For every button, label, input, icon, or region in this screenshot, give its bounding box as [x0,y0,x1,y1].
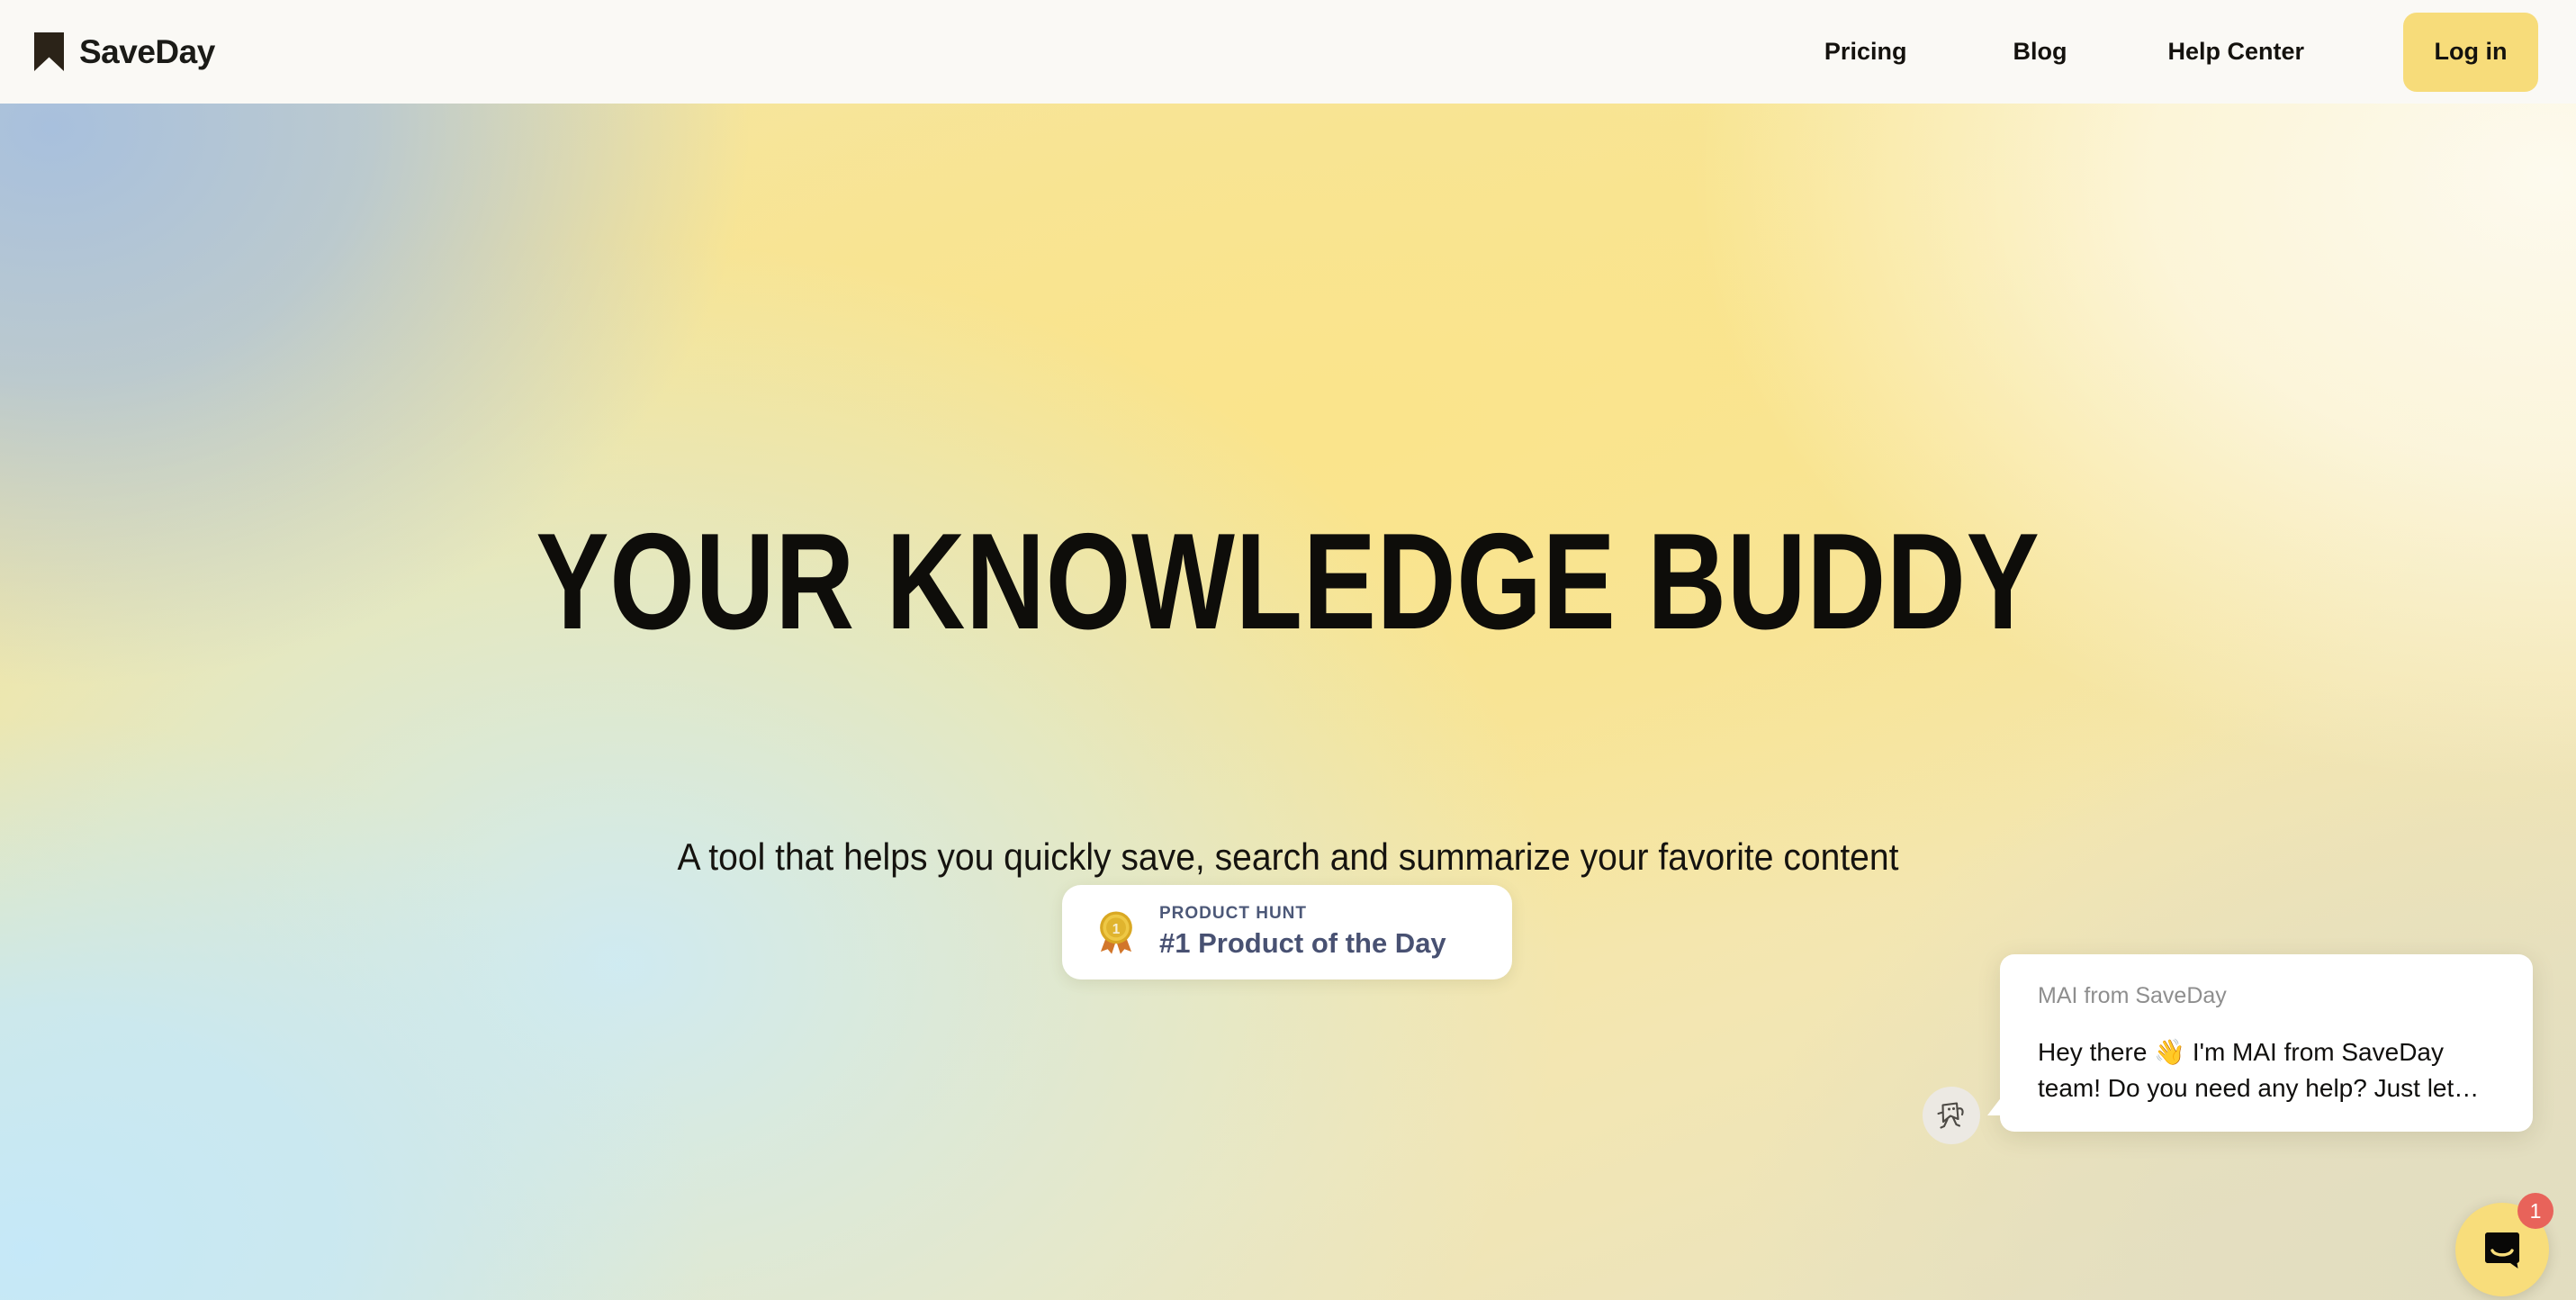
bookmark-icon [34,32,64,71]
speech-bubble-icon [2485,1232,2519,1268]
hero-title: YOUR KNOWLEDGE BUDDY [536,505,2040,658]
product-hunt-headline: #1 Product of the Day [1159,927,1446,959]
site-header: SaveDay Pricing Blog Help Center Log in [0,0,2576,104]
hero-subtitle: A tool that helps you quickly save, sear… [677,835,1899,878]
main-navigation: Pricing Blog Help Center Log in [1824,12,2576,92]
chat-avatar [1923,1087,1980,1144]
brand-name: SaveDay [79,32,215,70]
chat-message-bubble[interactable]: MAI from SaveDay Hey there 👋 I'm MAI fro… [1987,954,2533,1132]
chat-sender-name: MAI from SaveDay [2038,983,2227,1008]
product-hunt-eyebrow: PRODUCT HUNT [1159,904,1307,924]
dancing-square-avatar-icon [1937,1102,1964,1129]
nav-item-pricing[interactable]: Pricing [1824,29,1907,75]
gold-medal-icon: 1 [1100,910,1132,954]
chat-launcher-button[interactable] [2455,1203,2549,1296]
login-button[interactable]: Log in [2403,12,2538,92]
svg-text:1: 1 [1112,921,1121,936]
brand-logo-link[interactable]: SaveDay [34,32,215,71]
product-hunt-text-group: PRODUCT HUNT #1 Product of the Day [1159,903,1446,961]
product-hunt-badge[interactable]: 1 PRODUCT HUNT #1 Product of the Day [1062,885,1512,980]
chat-message-text: Hey there 👋 I'm MAI from SaveDay team! D… [2038,1037,2480,1102]
nav-item-help-center[interactable]: Help Center [2167,29,2304,75]
nav-item-blog[interactable]: Blog [2013,29,2067,75]
